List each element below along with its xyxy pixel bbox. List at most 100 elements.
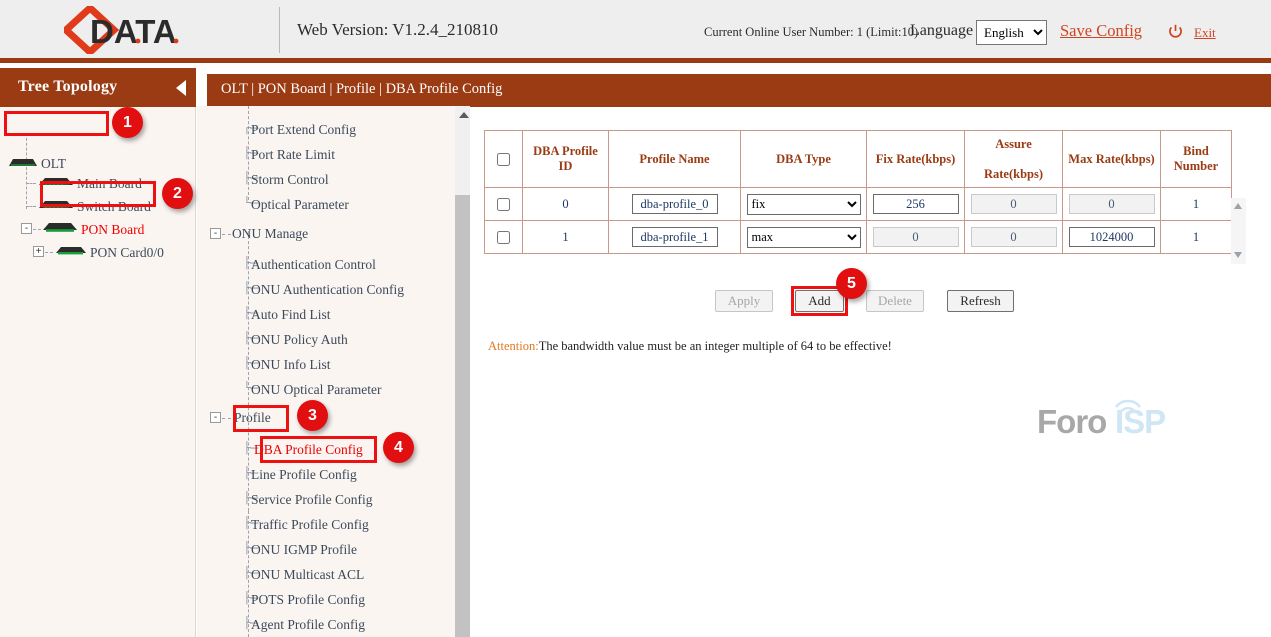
table-row: 1 max (485, 221, 1232, 254)
menu-item-optical-parameter[interactable]: Optical Parameter (251, 197, 349, 213)
menu-item-label: Traffic Profile Config (251, 517, 369, 532)
add-button[interactable]: Add (795, 290, 844, 312)
profile-name-input[interactable] (632, 194, 718, 214)
header-divider (279, 7, 280, 53)
language-select[interactable]: English (976, 20, 1047, 45)
annotation-badge-1: 1 (112, 107, 143, 138)
menu-item-dba-profile-config[interactable]: DBA Profile Config (254, 442, 363, 458)
apply-button[interactable]: Apply (715, 290, 773, 312)
menu-item-onu-authentication-config[interactable]: ONU Authentication Config (251, 282, 404, 298)
main-content: DBA Profile ID Profile Name DBA Type Fix… (471, 107, 1271, 637)
tree-node-main-board[interactable]: Main Board (38, 175, 142, 192)
fix-rate-input[interactable] (873, 194, 959, 214)
cell-assure-rate (965, 188, 1063, 221)
menu-item-onu-multicast-acl[interactable]: ONU Multicast ACL (251, 567, 364, 583)
menu-item-onu-info-list[interactable]: ONU Info List (251, 357, 331, 373)
menu-scrollbar-thumb[interactable] (455, 195, 470, 637)
select-all-checkbox[interactable] (497, 153, 510, 166)
dba-type-select[interactable]: fix (747, 194, 861, 215)
table-header-row: DBA Profile ID Profile Name DBA Type Fix… (485, 131, 1232, 188)
col-assure-rate-line2: Rate(kbps) (984, 167, 1043, 181)
menu-item-onu-igmp-profile[interactable]: ONU IGMP Profile (251, 542, 357, 558)
menu-item-onu-optical-parameter[interactable]: ONU Optical Parameter (251, 382, 381, 398)
app-header: DATA Web Version: V1.2.4_210810 Current … (0, 0, 1271, 63)
profile-name-input[interactable] (632, 227, 718, 247)
tree-node-label: Main Board (77, 176, 142, 191)
collapse-arrow-icon[interactable] (176, 80, 186, 96)
menu-item-label: ONU Multicast ACL (251, 567, 364, 582)
cell-profile-name (609, 221, 741, 254)
menu-expander-onu-manage[interactable]: - (210, 228, 221, 239)
device-icon (8, 156, 38, 172)
cell-dba-type: fix (741, 188, 867, 221)
watermark-foro: Foro (1037, 403, 1106, 441)
menu-item-authentication-control[interactable]: Authentication Control (251, 257, 376, 273)
menu-item-label: DBA Profile Config (254, 442, 363, 457)
tree-expander-pon-card[interactable]: + (33, 246, 44, 257)
device-icon (38, 199, 74, 215)
assure-rate-input (971, 227, 1057, 247)
menu-item-onu-manage[interactable]: ONU Manage (232, 226, 308, 242)
save-config-link[interactable]: Save Config (1060, 21, 1142, 41)
tree-connector (26, 183, 36, 184)
menu-item-label: Agent Profile Config (251, 617, 365, 632)
menu-item-line-profile-config[interactable]: Line Profile Config (251, 467, 357, 483)
device-icon (38, 176, 74, 192)
device-icon (55, 245, 87, 261)
select-all-header (485, 131, 523, 188)
tree-node-label: OLT (41, 156, 66, 171)
menu-item-label: Optical Parameter (251, 197, 349, 212)
annotation-badge-2: 2 (162, 178, 193, 209)
row-checkbox[interactable] (497, 198, 510, 211)
fix-rate-input (873, 227, 959, 247)
menu-item-port-rate-limit[interactable]: Port Rate Limit (251, 147, 335, 163)
refresh-button[interactable]: Refresh (947, 290, 1014, 312)
col-dba-profile-id: DBA Profile ID (523, 131, 609, 188)
tree-topology-panel: Tree Topology OLT (0, 68, 196, 637)
tree-node-pon-board[interactable]: PON Board (42, 221, 144, 238)
language-label: Language (910, 22, 973, 40)
menu-item-label: ONU Info List (251, 357, 331, 372)
col-assure-rate: Assure Rate(kbps) (965, 131, 1063, 188)
power-icon[interactable] (1168, 24, 1183, 39)
tree-node-pon-card00[interactable]: PON Card0/0 (55, 244, 164, 261)
table-scroll-up-icon[interactable] (1234, 203, 1242, 209)
row-select-cell (485, 221, 523, 254)
menu-item-profile[interactable]: Profile (234, 410, 271, 426)
menu-item-label: Line Profile Config (251, 467, 357, 482)
tree-node-olt[interactable]: OLT (8, 155, 66, 172)
tree-topology-title: Tree Topology (18, 78, 117, 96)
delete-button[interactable]: Delete (866, 290, 924, 312)
dba-type-select[interactable]: max (747, 227, 861, 248)
menu-item-traffic-profile-config[interactable]: Traffic Profile Config (251, 517, 369, 533)
watermark-isp: ISP (1115, 403, 1165, 441)
annotation-badge-5: 5 (836, 268, 867, 299)
menu-item-pots-profile-config[interactable]: POTS Profile Config (251, 592, 365, 608)
menu-item-label: ONU Optical Parameter (251, 382, 381, 397)
tree-node-switch-board[interactable]: Switch Board (38, 198, 151, 215)
table-scroll-down-icon[interactable] (1234, 252, 1242, 258)
tree-expander-pon-board[interactable]: - (21, 223, 32, 234)
annotation-badge-3: 3 (297, 400, 328, 431)
menu-item-agent-profile-config[interactable]: Agent Profile Config (251, 617, 365, 633)
tree-connector (45, 252, 53, 253)
cell-dba-profile-id: 1 (523, 221, 609, 254)
tree-connector (33, 229, 41, 230)
exit-link[interactable]: Exit (1194, 25, 1216, 41)
menu-expander-profile[interactable]: - (210, 412, 221, 423)
web-version-label: Web Version: V1.2.4_210810 (297, 20, 498, 40)
menu-connector (222, 234, 231, 235)
olt-web-management-page: DATA Web Version: V1.2.4_210810 Current … (0, 0, 1271, 637)
menu-item-port-extend-config[interactable]: Port Extend Config (251, 122, 356, 138)
menu-item-storm-control[interactable]: Storm Control (251, 172, 329, 188)
menu-item-service-profile-config[interactable]: Service Profile Config (251, 492, 372, 508)
cell-dba-profile-id: 0 (523, 188, 609, 221)
row-select-cell (485, 188, 523, 221)
assure-rate-input (971, 194, 1057, 214)
menu-item-auto-find-list[interactable]: Auto Find List (251, 307, 331, 323)
menu-item-onu-policy-auth[interactable]: ONU Policy Auth (251, 332, 348, 348)
menu-scroll-up-icon[interactable] (459, 112, 469, 118)
max-rate-input[interactable] (1069, 227, 1155, 247)
row-checkbox[interactable] (497, 231, 510, 244)
cell-fix-rate (867, 188, 965, 221)
